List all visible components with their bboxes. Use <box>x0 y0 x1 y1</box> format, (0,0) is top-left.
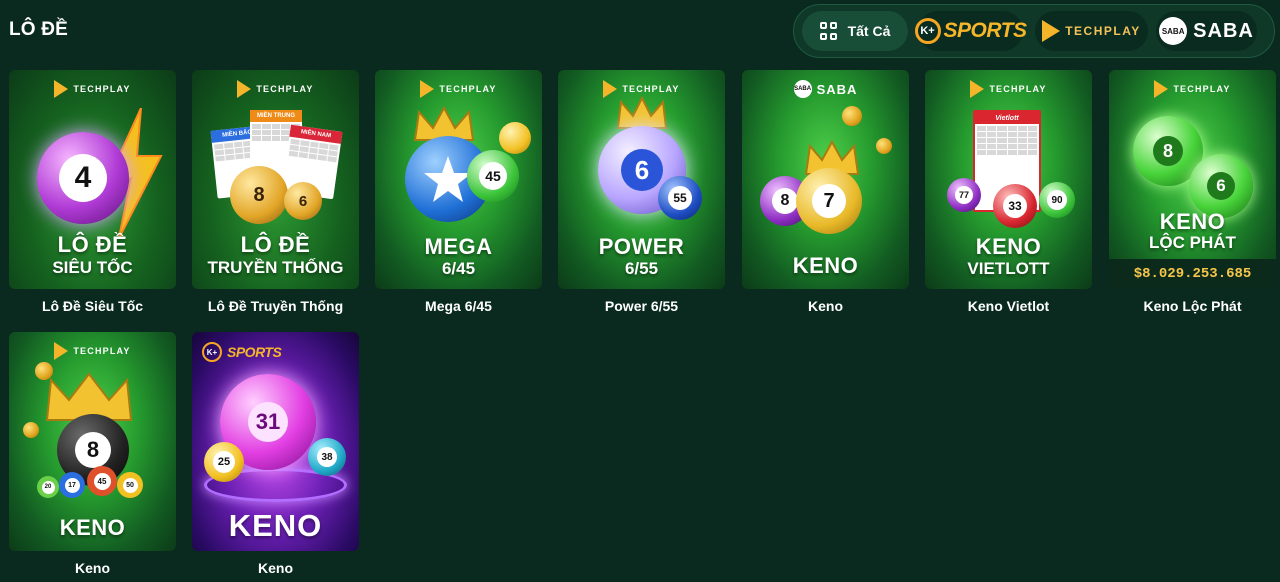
card-title-line2: 6/55 <box>624 259 659 278</box>
lottery-ball: 4 <box>37 132 129 224</box>
card-title-line2: VIETLOTT <box>967 259 1050 278</box>
card-title-line2: TRUYỀN THỐNG <box>207 258 344 277</box>
game-card[interactable]: SABA SABA 8 7 KENO Keno <box>742 70 909 314</box>
grid-icon <box>819 22 838 40</box>
ksports-badge: K+ <box>914 18 941 44</box>
card-title-line1: KENO <box>792 253 859 278</box>
filter-techplay-button[interactable]: TECHPLAY <box>1035 11 1148 51</box>
lottery-ball: 90 <box>1039 182 1075 218</box>
lottery-ball: 8 <box>230 166 288 224</box>
game-label[interactable]: Keno Lộc Phát <box>1109 298 1276 314</box>
jackpot-amount: $8.029.253.685 <box>1109 259 1276 289</box>
game-label[interactable]: Keno <box>9 560 176 576</box>
game-card[interactable]: TECHPLAY 8 20 17 45 50 KENO Keno <box>9 332 176 576</box>
techplay-logo-icon <box>970 80 985 98</box>
techplay-logo-icon <box>54 342 69 360</box>
saba-logo: SABA SABA <box>1159 17 1254 45</box>
game-card[interactable]: K+ SPORTS 31 25 38 KENO Keno <box>192 332 359 576</box>
game-label[interactable]: Keno <box>742 298 909 314</box>
game-card[interactable]: TECHPLAY 4 LÔ ĐỀ SIÊU TỐC Lô Đề Siêu Tốc <box>9 70 176 314</box>
provider-logo: TECHPLAY <box>1109 80 1276 98</box>
provider-logo: K+ SPORTS <box>202 342 359 362</box>
game-thumbnail[interactable]: TECHPLAY 4 LÔ ĐỀ SIÊU TỐC <box>9 70 176 289</box>
game-label[interactable]: Power 6/55 <box>558 298 725 314</box>
card-title-line1: KENO <box>975 234 1042 259</box>
techplay-logo-icon <box>54 80 69 98</box>
lottery-ball: 6 <box>284 182 322 220</box>
card-title-line2: LỘC PHÁT <box>1149 233 1236 252</box>
game-label[interactable]: Lô Đề Truyền Thống <box>192 298 359 314</box>
game-thumbnail[interactable]: TECHPLAY 8 6 KENO LỘC PHÁT $8.029.253.68… <box>1109 70 1276 289</box>
game-thumbnail[interactable]: TECHPLAY Vietlott 77 33 90 KENO VIETLOTT <box>925 70 1092 289</box>
card-title-line2: SIÊU TỐC <box>52 258 133 277</box>
game-thumbnail[interactable]: K+ SPORTS 31 25 38 KENO <box>192 332 359 551</box>
saba-badge: SABA <box>793 80 812 98</box>
card-title-line1: KENO <box>1159 209 1226 234</box>
provider-logo: TECHPLAY <box>9 80 176 98</box>
game-card[interactable]: TECHPLAY Vietlott 77 33 90 KENO VIETLOTT… <box>925 70 1092 314</box>
game-card[interactable]: TECHPLAY 45 MEGA 6/45 Mega 6/45 <box>375 70 542 314</box>
game-label[interactable]: Lô Đề Siêu Tốc <box>9 298 176 314</box>
techplay-logo-icon <box>1042 20 1061 42</box>
game-thumbnail[interactable]: TECHPLAY 6 55 POWER 6/55 <box>558 70 725 289</box>
techplay-logo-icon <box>1154 80 1169 98</box>
techplay-logo-text: TECHPLAY <box>1065 24 1141 38</box>
filter-all-label: Tất Cả <box>847 23 891 39</box>
filter-ksports-button[interactable]: K+ SPORTS <box>914 11 1027 51</box>
lottery-ball: 50 <box>117 472 143 498</box>
game-card[interactable]: TECHPLAY MIỀN BẮC MIỀN TRUNG MIỀN NAM 8 … <box>192 70 359 314</box>
card-title-line1: POWER <box>598 234 685 259</box>
provider-logo: TECHPLAY <box>9 342 176 360</box>
game-thumbnail[interactable]: TECHPLAY 45 MEGA 6/45 <box>375 70 542 289</box>
techplay-logo-icon <box>237 80 252 98</box>
filter-all-button[interactable]: Tất Cả <box>802 11 908 51</box>
lottery-ball: 33 <box>993 184 1037 228</box>
game-thumbnail[interactable]: TECHPLAY MIỀN BẮC MIỀN TRUNG MIỀN NAM 8 … <box>192 70 359 289</box>
lottery-ball: 17 <box>59 472 85 498</box>
techplay-logo: TECHPLAY <box>1042 20 1141 42</box>
card-title-line1: KENO <box>228 508 323 543</box>
coin-icon <box>842 106 862 126</box>
filter-saba-button[interactable]: SABA SABA <box>1156 11 1257 51</box>
coin-icon <box>876 138 892 154</box>
ksports-logo: K+ SPORTS <box>914 18 1027 44</box>
game-card[interactable]: TECHPLAY 8 6 KENO LỘC PHÁT $8.029.253.68… <box>1109 70 1276 314</box>
provider-logo: TECHPLAY <box>375 80 542 98</box>
saba-badge: SABA <box>1159 17 1188 45</box>
page-title: LÔ ĐỀ <box>9 19 69 40</box>
page-header: LÔ ĐỀ Tất Cả K+ SPORTS TECHPLAY SABA SAB… <box>0 0 1280 62</box>
game-label[interactable]: Mega 6/45 <box>375 298 542 314</box>
provider-filter-bar: Tất Cả K+ SPORTS TECHPLAY SABA SABA <box>793 4 1275 58</box>
lottery-ball: 25 <box>204 442 244 482</box>
game-thumbnail[interactable]: SABA SABA 8 7 KENO <box>742 70 909 289</box>
game-label[interactable]: Keno <box>192 560 359 576</box>
provider-logo: TECHPLAY <box>925 80 1092 98</box>
card-title-line1: LÔ ĐỀ <box>57 232 128 257</box>
game-label[interactable]: Keno Vietlot <box>925 298 1092 314</box>
lottery-ball: 38 <box>308 438 346 476</box>
coin-icon <box>23 422 39 438</box>
crown-icon <box>616 96 668 129</box>
game-thumbnail[interactable]: TECHPLAY 8 20 17 45 50 KENO <box>9 332 176 551</box>
decor-ball <box>499 122 531 154</box>
lottery-ball: 45 <box>87 466 117 496</box>
card-title-line1: MEGA <box>424 234 493 259</box>
lottery-ball: 55 <box>658 176 702 220</box>
card-title-line1: LÔ ĐỀ <box>240 232 311 257</box>
provider-logo: TECHPLAY <box>192 80 359 98</box>
card-title-line1: KENO <box>59 515 126 540</box>
ksports-badge: K+ <box>202 342 222 362</box>
lottery-ball: 7 <box>796 168 862 234</box>
techplay-logo-icon <box>420 80 435 98</box>
lottery-ball: 45 <box>467 150 519 202</box>
game-card[interactable]: TECHPLAY 6 55 POWER 6/55 Power 6/55 <box>558 70 725 314</box>
saba-logo-text: SABA <box>1193 19 1254 42</box>
card-title-line2: 6/45 <box>441 259 476 278</box>
ksports-logo-text: SPORTS <box>943 19 1027 42</box>
lottery-ball: 77 <box>947 178 981 212</box>
provider-logo: SABA SABA <box>793 80 858 98</box>
lottery-ball: 20 <box>37 476 59 498</box>
